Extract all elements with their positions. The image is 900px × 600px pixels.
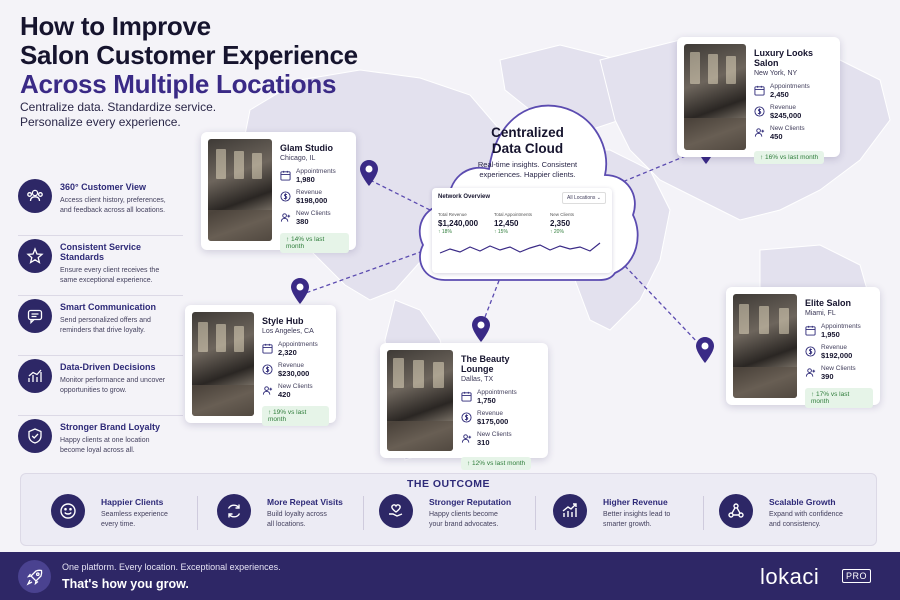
location-pin-icon[interactable] (291, 278, 309, 304)
location-name: Luxury Looks Salon (754, 48, 814, 68)
divider (535, 496, 536, 530)
page-title: How to Improve Salon Customer Experience… (20, 11, 358, 99)
outcome-item: More Repeat Visits Build loyalty across al… (217, 494, 343, 534)
location-name: Style Hub (262, 316, 304, 326)
lokaci-logo: lokaci (760, 564, 820, 589)
location-card-style-hub[interactable]: Style Hub Los Angeles, CA Appointments 2,… (185, 305, 336, 426)
location-city: Los Angeles, CA (262, 328, 314, 335)
new-clients-icon (805, 368, 816, 377)
data-cloud: Centralized Data Cloud Real-time insight… (415, 95, 640, 290)
divider (363, 496, 364, 530)
feature-item: 360° Customer View Access client history,… (18, 176, 183, 236)
location-name: The Beauty Lounge (461, 354, 510, 374)
feature-item: Smart Communication Send personalized off… (18, 296, 183, 356)
refresh-icon (217, 494, 251, 528)
smile-icon (51, 494, 85, 528)
chat-icon (18, 299, 52, 333)
location-filter-select[interactable]: All Locations ⌄ (562, 192, 606, 204)
calendar-icon (280, 170, 291, 181)
footer-bar: One platform. Every location. Exceptiona… (0, 552, 900, 600)
shield-icon (18, 419, 52, 453)
growth-badge: ↑ 19% vs last month (262, 406, 329, 426)
location-pin-icon[interactable] (360, 160, 378, 186)
location-card-glam-studio[interactable]: Glam Studio Chicago, IL Appointments 1,98… (201, 132, 356, 253)
salon-photo (192, 312, 254, 416)
page-subtitle: Centralize data. Standardize service. Pe… (20, 100, 217, 129)
dollar-icon (805, 346, 816, 357)
dollar-icon (280, 191, 291, 202)
outcome-title: THE OUTCOME (406, 478, 491, 490)
location-card-luxury-looks-salon[interactable]: Luxury Looks Salon New York, NY Appointm… (677, 37, 840, 164)
growth-badge: ↑ 17% vs last month (805, 388, 873, 408)
salon-photo (684, 44, 746, 150)
salon-photo (208, 139, 272, 241)
metric-new-clients: New Clients 2,350 ↑ 20% (550, 212, 575, 235)
calendar-icon (805, 325, 816, 336)
calendar-icon (754, 85, 765, 96)
heart-hand-icon (379, 494, 413, 528)
pro-badge: PRO (842, 569, 872, 583)
outcome-item: Happier Clients Seamless experience every … (51, 494, 168, 534)
outcome-item: Stronger Reputation Happy clients become y… (379, 494, 511, 534)
location-city: Dallas, TX (461, 376, 494, 383)
outcome-item: Scalable Growth Expand with confidence and… (719, 494, 843, 534)
location-city: New York, NY (754, 70, 798, 77)
divider (197, 496, 198, 530)
cloud-title: Centralized Data Cloud (491, 125, 564, 156)
location-name: Glam Studio (280, 143, 334, 153)
users-icon (18, 179, 52, 213)
chart-icon (18, 359, 52, 393)
dollar-icon (461, 412, 472, 423)
feature-item: Data-Driven Decisions Monitor performance… (18, 356, 183, 416)
footer-headline: That's how you grow. (62, 577, 189, 591)
feature-list: 360° Customer View Access client history,… (18, 176, 183, 476)
network-overview-panel: Network Overview All Locations ⌄ Total R… (432, 188, 612, 273)
metric-total-revenue: Total Revenue $1,240,000 ↑ 18% (438, 212, 479, 235)
growth-badge: ↑ 12% vs last month (461, 457, 532, 470)
location-city: Miami, FL (805, 310, 836, 317)
location-card-the-beauty-lounge[interactable]: The Beauty Lounge Dallas, TX Appointment… (380, 343, 548, 470)
growth-badge: ↑ 16% vs last month (754, 151, 825, 164)
feature-item: Consistent Service Standards Ensure every… (18, 236, 183, 296)
growth-chart-icon (553, 494, 587, 528)
salon-photo (733, 294, 797, 398)
location-city: Chicago, IL (280, 155, 316, 162)
salon-photo (387, 350, 453, 451)
new-clients-icon (280, 213, 291, 222)
new-clients-icon (754, 128, 765, 137)
footer-tagline: One platform. Every location. Exceptiona… (62, 562, 281, 572)
rocket-icon (18, 560, 51, 593)
location-pin-icon[interactable] (472, 316, 490, 342)
dollar-icon (262, 364, 273, 375)
feature-item: Stronger Brand Loyalty Happy clients at o… (18, 416, 183, 476)
calendar-icon (461, 391, 472, 402)
star-icon (18, 239, 52, 273)
location-pin-icon[interactable] (696, 337, 714, 363)
network-icon (719, 494, 753, 528)
location-name: Elite Salon (805, 298, 852, 308)
growth-badge: ↑ 14% vs last month (280, 233, 349, 253)
new-clients-icon (461, 434, 472, 443)
divider (703, 496, 704, 530)
outcome-item: Higher Revenue Better insights lead to sma… (553, 494, 670, 534)
location-card-elite-salon[interactable]: Elite Salon Miami, FL Appointments 1,950 … (726, 287, 880, 408)
trend-sparkline (439, 242, 601, 254)
dollar-icon (754, 106, 765, 117)
calendar-icon (262, 343, 273, 354)
metric-total-appointments: Total Appointments 12,450 ↑ 15% (494, 212, 533, 235)
outcome-section: THE OUTCOME Happier Clients Seamless expe… (20, 473, 877, 546)
new-clients-icon (262, 386, 273, 395)
cloud-subtitle: Real-time insights. Consistent experienc… (477, 160, 578, 179)
